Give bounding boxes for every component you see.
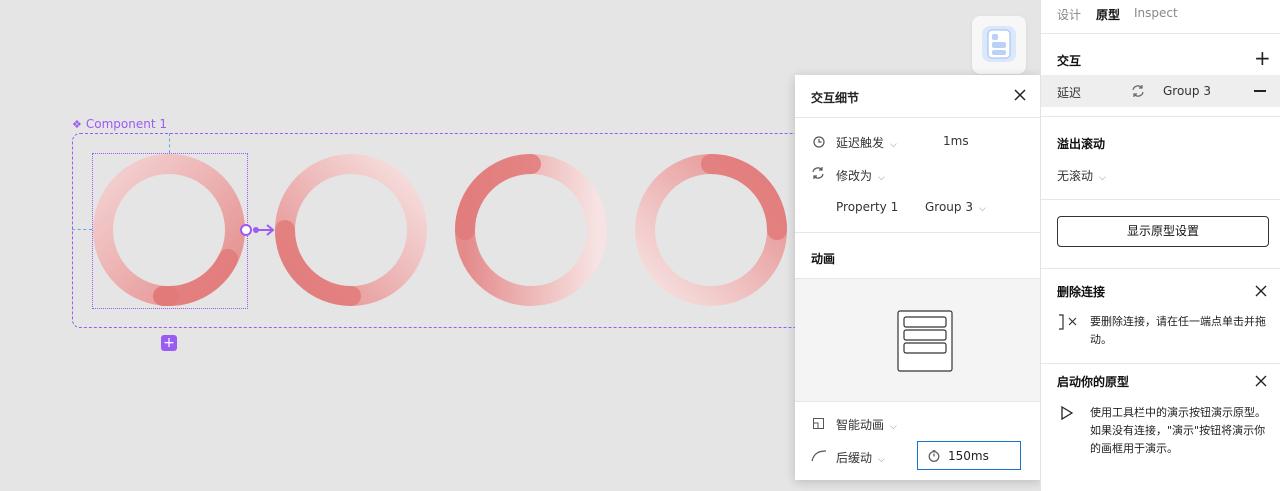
clock-icon xyxy=(813,136,825,148)
easing-dropdown[interactable]: 后缓动 ⌵ xyxy=(836,449,885,466)
delete-connection-description: 要删除连接，请在任一端点单击并拖动。 xyxy=(1090,315,1266,346)
divider xyxy=(1041,33,1280,34)
ring-variant-1[interactable] xyxy=(93,154,245,306)
close-icon[interactable] xyxy=(1254,284,1268,298)
tab-design[interactable]: 设计 xyxy=(1057,6,1081,23)
duration-input[interactable]: 150ms xyxy=(917,441,1021,470)
popup-title: 交互细节 xyxy=(811,91,860,105)
animation-preview-icon xyxy=(897,310,953,372)
interaction-section-title: 交互 xyxy=(1057,54,1082,68)
tab-prototype[interactable]: 原型 xyxy=(1096,6,1120,23)
overflow-section-title: 溢出滚动 xyxy=(1057,137,1106,151)
close-icon[interactable] xyxy=(1012,87,1028,103)
interaction-row[interactable]: 延迟 Group 3 xyxy=(1041,75,1280,107)
divider xyxy=(1041,116,1280,117)
animation-type-dropdown[interactable]: 智能动画 ⌵ xyxy=(836,416,897,433)
timer-icon xyxy=(928,449,940,462)
interaction-target: Group 3 xyxy=(1163,84,1211,98)
tab-inspect[interactable]: Inspect xyxy=(1134,6,1178,20)
trigger-dropdown[interactable]: 延迟触发 ⌵ xyxy=(836,134,897,151)
property-value-dropdown[interactable]: Group 3 ⌵ xyxy=(925,200,986,214)
close-icon[interactable] xyxy=(1254,374,1268,388)
start-prototype-description: 使用工具栏中的演示按钮演示原型。 如果没有连接，"演示"按钮将演示你的画框用于演… xyxy=(1090,406,1266,455)
chevron-down-icon: ⌵ xyxy=(878,173,885,183)
add-interaction-icon[interactable]: + xyxy=(1254,46,1271,70)
divider xyxy=(1041,363,1280,364)
start-prototype-title: 启动你的原型 xyxy=(1057,375,1130,389)
play-icon xyxy=(1061,406,1073,420)
layers-tool-button[interactable] xyxy=(972,16,1026,74)
interaction-trigger: 延迟 xyxy=(1057,86,1082,100)
divider xyxy=(795,117,1040,118)
interaction-details-popup: 交互细节 延迟触发 ⌵ 1ms 修改为 ⌵ Property 1 Group 3 ⌵ … xyxy=(795,75,1040,480)
swap-icon xyxy=(812,167,824,179)
chevron-down-icon: ⌵ xyxy=(1099,173,1106,183)
delay-value[interactable]: 1ms xyxy=(943,134,969,148)
divider xyxy=(1041,268,1280,269)
guide-line xyxy=(169,133,170,153)
connection-arrow-icon[interactable] xyxy=(238,222,278,238)
disconnect-icon xyxy=(1059,314,1077,330)
add-variant-button[interactable]: + xyxy=(161,335,177,351)
component-icon: ❖ xyxy=(72,117,82,131)
delete-connection-title: 删除连接 xyxy=(1057,285,1106,299)
ring-variant-4[interactable] xyxy=(635,154,787,306)
properties-panel: 设计 原型 Inspect 交互 + 延迟 Group 3 溢出滚动 无滚动 ⌵ … xyxy=(1040,0,1280,491)
swap-icon xyxy=(1132,85,1144,97)
ring-variant-3[interactable] xyxy=(455,154,607,306)
chevron-down-icon: ⌵ xyxy=(890,422,897,432)
show-prototype-settings-button[interactable]: 显示原型设置 xyxy=(1057,216,1269,247)
divider xyxy=(1041,199,1280,200)
component-set-icon xyxy=(982,26,1016,62)
remove-interaction-icon[interactable] xyxy=(1254,90,1266,92)
chevron-down-icon: ⌵ xyxy=(978,204,986,214)
chevron-down-icon: ⌵ xyxy=(890,140,897,150)
guide-line xyxy=(72,229,92,230)
animation-title: 动画 xyxy=(811,252,836,266)
property-label: Property 1 xyxy=(836,200,899,214)
ease-curve-icon xyxy=(811,450,827,462)
divider xyxy=(795,401,1040,402)
chevron-down-icon: ⌵ xyxy=(878,455,885,465)
overflow-dropdown[interactable]: 无滚动 ⌵ xyxy=(1057,167,1106,184)
ring-variant-2[interactable] xyxy=(275,154,427,306)
divider xyxy=(795,232,1040,233)
animation-preview xyxy=(795,279,1040,401)
action-dropdown[interactable]: 修改为 ⌵ xyxy=(836,167,885,184)
component-label[interactable]: ❖ Component 1 xyxy=(72,117,167,131)
smart-animate-icon xyxy=(813,418,824,429)
